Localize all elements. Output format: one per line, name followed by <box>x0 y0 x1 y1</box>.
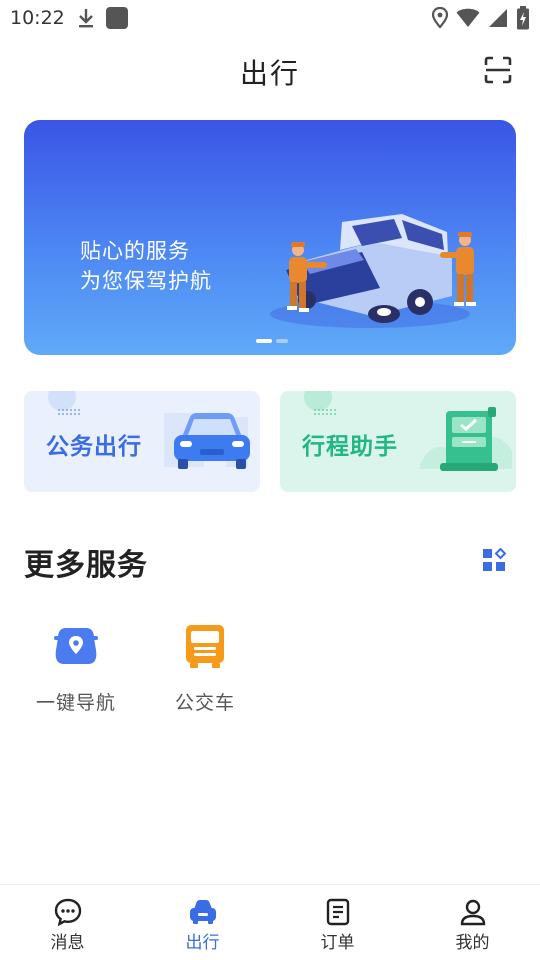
app-square-icon <box>105 7 128 29</box>
trip-assistant-card[interactable]: 行程助手 <box>280 391 516 492</box>
order-icon <box>326 898 349 926</box>
location-icon <box>432 7 448 29</box>
card-dots-decoration <box>314 409 336 415</box>
business-travel-label: 公务出行 <box>46 434 142 460</box>
card-dots-decoration <box>58 409 80 415</box>
tab-profile-label: 我的 <box>455 933 490 953</box>
user-icon <box>460 899 485 926</box>
download-icon <box>78 9 93 28</box>
banner-pagination[interactable] <box>256 339 288 343</box>
message-icon <box>54 898 81 927</box>
signal-icon <box>489 9 507 27</box>
trip-assistant-label: 行程助手 <box>302 434 398 460</box>
banner-text: 贴心的服务 为您保驾护航 <box>80 236 212 296</box>
tab-profile[interactable]: 我的 <box>405 885 540 960</box>
car-icon <box>164 413 250 469</box>
banner-dot[interactable] <box>276 339 288 343</box>
car-icon <box>189 900 216 924</box>
bottom-tab-bar: 消息 出行 订单 我的 <box>0 884 540 960</box>
status-right-icons <box>432 6 530 30</box>
tab-orders[interactable]: 订单 <box>270 885 405 960</box>
banner-dot-active[interactable] <box>256 339 272 343</box>
tab-orders-label: 订单 <box>320 933 355 953</box>
tab-travel[interactable]: 出行 <box>135 885 270 960</box>
status-bar: 10:22 <box>0 0 540 36</box>
status-left-icons <box>77 6 129 30</box>
service-bus[interactable]: 公交车 <box>150 622 260 715</box>
service-bus-label: 公交车 <box>174 692 235 714</box>
banner-line-1: 贴心的服务 <box>80 239 190 263</box>
battery-icon <box>517 6 529 30</box>
service-navigation[interactable]: 一键导航 <box>21 622 131 715</box>
business-travel-card[interactable]: 公务出行 <box>24 391 260 492</box>
tab-messages-label: 消息 <box>50 933 85 953</box>
wifi-icon <box>456 8 480 28</box>
navigation-car-icon <box>54 628 98 664</box>
service-navigation-label: 一键导航 <box>35 692 116 714</box>
title-bar: 出行 <box>0 44 540 100</box>
more-services-title: 更多服务 <box>24 548 148 583</box>
car-repair-illustration <box>270 214 476 328</box>
grid-icon[interactable] <box>482 548 506 572</box>
status-time: 10:22 <box>10 7 65 29</box>
bus-icon <box>186 625 224 668</box>
scan-icon[interactable] <box>484 56 512 84</box>
tab-travel-label: 出行 <box>185 933 220 953</box>
banner-line-2: 为您保驾护航 <box>80 269 212 293</box>
promo-banner[interactable]: 贴心的服务 为您保驾护航 <box>24 120 516 355</box>
page-title: 出行 <box>239 57 300 90</box>
tab-messages[interactable]: 消息 <box>0 885 135 960</box>
document-icon <box>420 407 512 471</box>
